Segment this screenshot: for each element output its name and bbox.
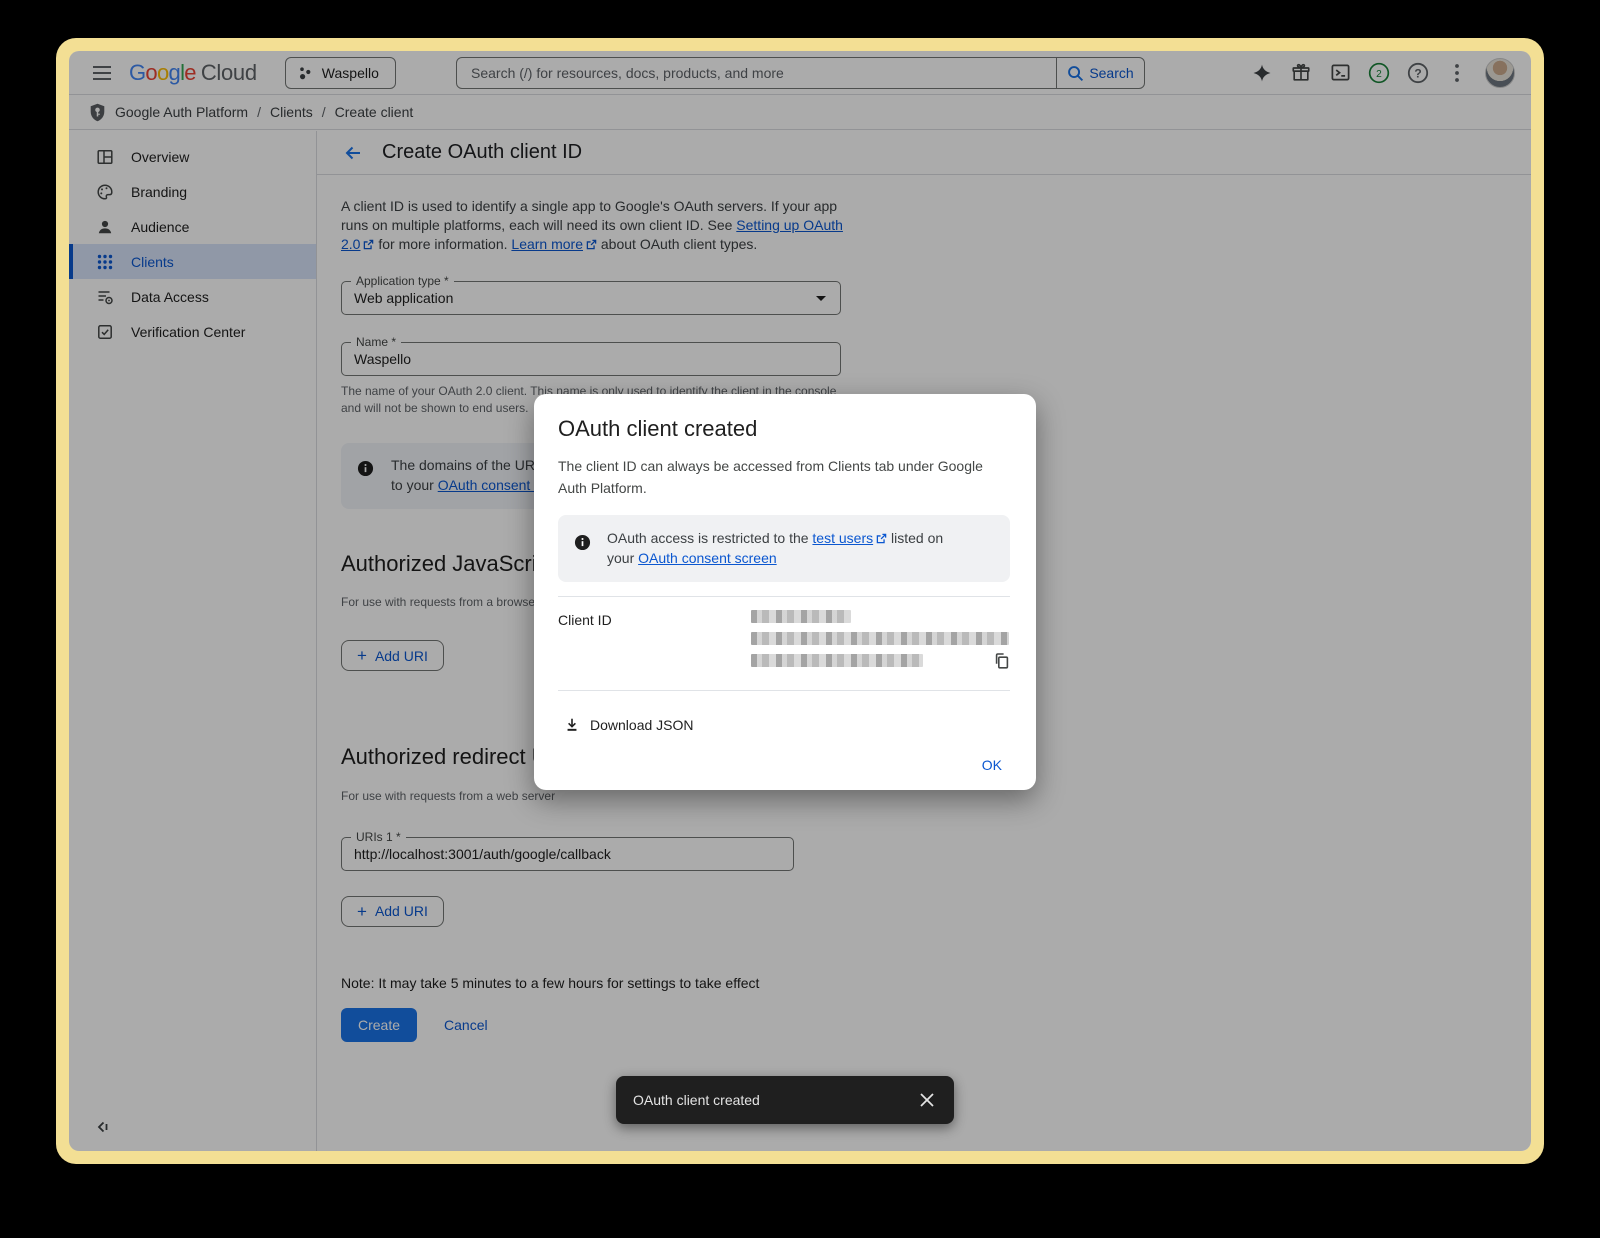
close-icon [920, 1093, 934, 1107]
oauth-created-dialog: OAuth client created The client ID can a… [534, 394, 1036, 790]
oauth-consent-screen-link[interactable]: OAuth consent screen [638, 550, 777, 566]
client-id-label: Client ID [558, 610, 751, 676]
info-text: OAuth access is restricted to the [607, 530, 812, 546]
external-link-icon [876, 533, 887, 544]
test-users-info-banner: OAuth access is restricted to the test u… [558, 515, 1010, 582]
client-id-redacted-value [751, 610, 1009, 676]
dialog-body: The client ID can always be accessed fro… [558, 455, 1018, 499]
test-users-info-text: OAuth access is restricted to the test u… [607, 528, 943, 568]
redacted-text-bar [751, 610, 851, 623]
browser-window: Google Cloud Waspello Search [69, 51, 1531, 1151]
copy-client-id-button[interactable] [993, 652, 1010, 670]
download-icon [564, 716, 580, 733]
info-text: listed on [887, 530, 943, 546]
download-json-label: Download JSON [590, 717, 694, 733]
info-icon [574, 534, 591, 551]
client-id-row: Client ID [558, 597, 1010, 676]
divider [558, 690, 1010, 691]
info-text: your [607, 550, 638, 566]
test-users-link[interactable]: test users [812, 530, 873, 546]
toast-message: OAuth client created [633, 1092, 760, 1108]
dialog-body-text: The client ID can always be accessed fro… [558, 458, 983, 474]
copy-icon [993, 652, 1010, 670]
toast-close-button[interactable] [914, 1087, 940, 1113]
dialog-title: OAuth client created [558, 416, 1010, 442]
ok-button[interactable]: OK [976, 756, 1008, 774]
download-json-button[interactable]: Download JSON [558, 715, 700, 734]
redacted-text-bar [751, 654, 923, 667]
dialog-body-text: Auth Platform. [558, 480, 647, 496]
toast-notification: OAuth client created [616, 1076, 954, 1124]
redacted-text-bar [751, 632, 1009, 645]
screenshot-yellow-frame: Google Cloud Waspello Search [56, 38, 1544, 1164]
